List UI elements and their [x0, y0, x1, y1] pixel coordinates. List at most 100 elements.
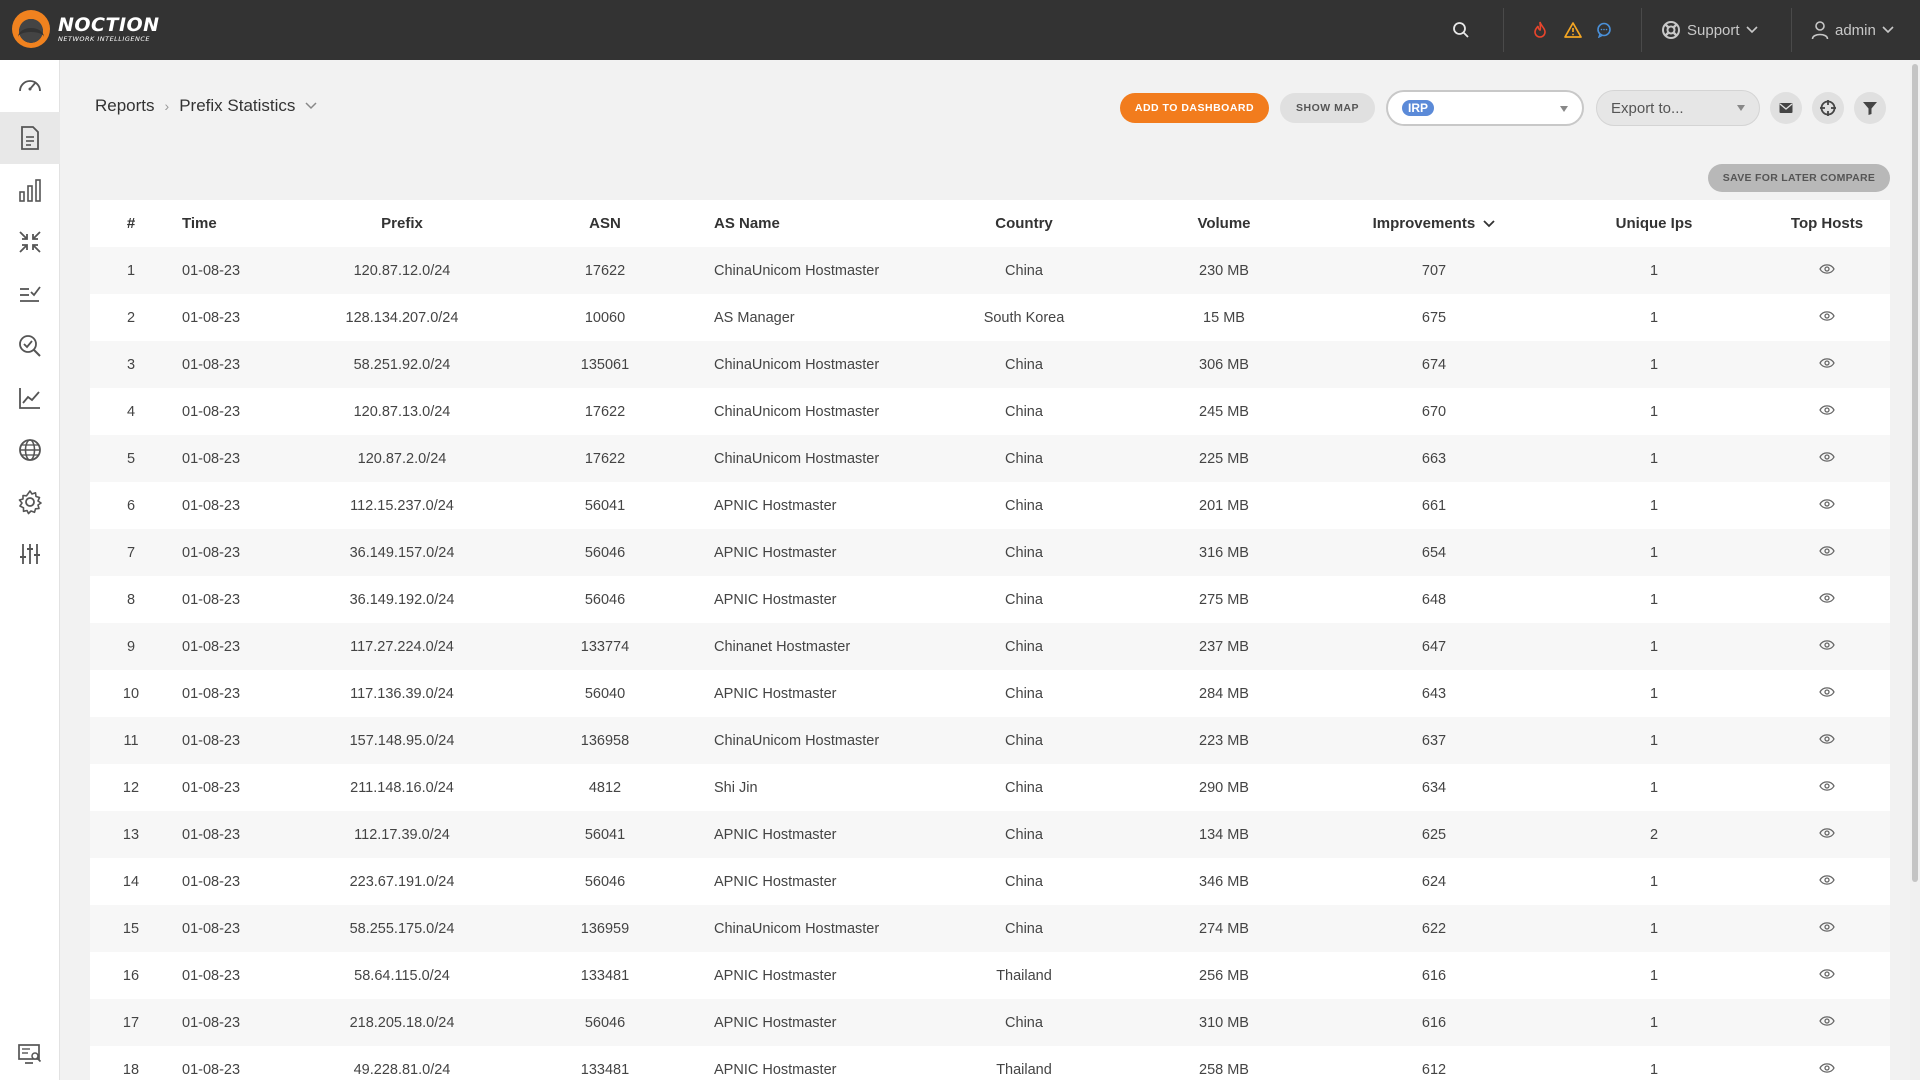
sidebar-item-graphs[interactable]: [0, 372, 60, 424]
eye-icon[interactable]: [1819, 498, 1835, 510]
eye-icon[interactable]: [1819, 968, 1835, 980]
target-button[interactable]: [1812, 92, 1844, 124]
table-row[interactable]: 8 01-08-23 36.149.192.0/24 56046 APNIC Hostm…: [90, 576, 1890, 623]
eye-icon[interactable]: [1819, 310, 1835, 322]
table-row[interactable]: 6 01-08-23 112.15.237.0/24 56041 APNIC Hostm…: [90, 482, 1890, 529]
cell-country: China: [1005, 544, 1043, 561]
sidebar-item-statistics[interactable]: [0, 164, 60, 216]
cell-top-hosts: [1764, 764, 1890, 811]
table-row[interactable]: 7 01-08-23 36.149.157.0/24 56046 APNIC Hostm…: [90, 529, 1890, 576]
table-row[interactable]: 9 01-08-23 117.27.224.0/24 133774 Chinanet H…: [90, 623, 1890, 670]
sidebar-item-global[interactable]: [0, 424, 60, 476]
column-header-prefix[interactable]: Prefix: [302, 200, 502, 247]
eye-icon[interactable]: [1819, 780, 1835, 792]
column-header-time[interactable]: Time: [172, 200, 302, 247]
cell-volume: 223 MB: [1199, 732, 1249, 749]
eye-icon[interactable]: [1819, 1062, 1835, 1074]
table-row[interactable]: 18 01-08-23 49.228.81.0/24 133481 APNIC Host…: [90, 1046, 1890, 1080]
cell-improvements: 634: [1421, 779, 1447, 796]
column-header-volume[interactable]: Volume: [1124, 200, 1324, 247]
table-row[interactable]: 17 01-08-23 218.205.18.0/24 56046 APNIC Host…: [90, 999, 1890, 1046]
column-header-improvements[interactable]: Improvements: [1324, 200, 1544, 247]
cell-as-name: APNIC Hostmaster: [714, 1014, 837, 1031]
table-row[interactable]: 2 01-08-23 128.134.207.0/24 10060 AS Manager…: [90, 294, 1890, 341]
eye-icon[interactable]: [1819, 545, 1835, 557]
export-placeholder: Export to...: [1611, 100, 1684, 117]
cell-volume: 201 MB: [1199, 497, 1249, 514]
support-menu[interactable]: Support: [1661, 18, 1758, 42]
eye-icon[interactable]: [1819, 592, 1835, 604]
column-header-number[interactable]: #: [90, 200, 172, 247]
table-row[interactable]: 10 01-08-23 117.136.39.0/24 56040 APNIC Host…: [90, 670, 1890, 717]
irp-tag[interactable]: IRP: [1402, 100, 1435, 116]
table-row[interactable]: 5 01-08-23 120.87.2.0/24 17622 ChinaUnicom H…: [90, 435, 1890, 482]
fire-alert-icon[interactable]: [1528, 18, 1552, 42]
sidebar-item-settings[interactable]: [0, 476, 60, 528]
sidebar-item-consolidation[interactable]: [0, 216, 60, 268]
breadcrumb-current[interactable]: Prefix Statistics: [179, 96, 295, 116]
sidebar-item-reports[interactable]: [0, 112, 60, 164]
cell-unique-ips: 1: [1649, 591, 1659, 608]
sidebar-item-checklist[interactable]: [0, 268, 60, 320]
eye-icon[interactable]: [1819, 263, 1835, 275]
column-header-unique-ips[interactable]: Unique Ips: [1544, 200, 1764, 247]
eye-icon[interactable]: [1819, 1015, 1835, 1027]
table-row[interactable]: 16 01-08-23 58.64.115.0/24 133481 APNIC Host…: [90, 952, 1890, 999]
sidebar-item-dashboard[interactable]: [0, 60, 60, 112]
warning-icon[interactable]: [1561, 18, 1585, 42]
add-to-dashboard-button[interactable]: ADD TO DASHBOARD: [1120, 93, 1269, 123]
eye-icon[interactable]: [1819, 451, 1835, 463]
chat-icon[interactable]: [1592, 18, 1616, 42]
sliders-icon: [20, 544, 40, 564]
cell-prefix: 58.251.92.0/24: [353, 356, 451, 373]
sidebar-item-monitor[interactable]: [0, 1028, 60, 1080]
eye-icon[interactable]: [1819, 404, 1835, 416]
cell-improvements: 661: [1421, 497, 1447, 514]
column-header-top-hosts[interactable]: Top Hosts: [1764, 200, 1890, 247]
funnel-icon: [1863, 102, 1877, 115]
irp-select[interactable]: IRP: [1386, 90, 1584, 126]
table-row[interactable]: 12 01-08-23 211.148.16.0/24 4812 Shi Jin Chin…: [90, 764, 1890, 811]
breadcrumb: Reports › Prefix Statistics: [95, 96, 317, 116]
eye-icon[interactable]: [1819, 686, 1835, 698]
line-chart-icon: [19, 388, 40, 409]
user-menu[interactable]: admin: [1811, 18, 1894, 42]
eye-icon[interactable]: [1819, 733, 1835, 745]
eye-icon[interactable]: [1819, 827, 1835, 839]
save-for-later-compare-button[interactable]: SAVE FOR LATER COMPARE: [1708, 164, 1890, 192]
column-header-as-name[interactable]: AS Name: [708, 200, 924, 247]
sidebar-item-configuration[interactable]: [0, 528, 60, 580]
cell-unique-ips: 1: [1649, 873, 1659, 890]
table-row[interactable]: 4 01-08-23 120.87.13.0/24 17622 ChinaUnicom …: [90, 388, 1890, 435]
email-button[interactable]: [1770, 92, 1802, 124]
search-icon[interactable]: [1449, 18, 1473, 42]
eye-icon[interactable]: [1819, 639, 1835, 651]
filter-button[interactable]: [1854, 92, 1886, 124]
cell-number: 7: [126, 544, 136, 561]
table-row[interactable]: 3 01-08-23 58.251.92.0/24 135061 ChinaUnicom…: [90, 341, 1890, 388]
cell-volume: 346 MB: [1199, 873, 1249, 890]
eye-icon[interactable]: [1819, 874, 1835, 886]
cell-as-name: ChinaUnicom Hostmaster: [714, 356, 880, 373]
eye-icon[interactable]: [1819, 357, 1835, 369]
table-row[interactable]: 14 01-08-23 223.67.191.0/24 56046 APNIC Host…: [90, 858, 1890, 905]
eye-icon[interactable]: [1819, 921, 1835, 933]
show-map-button[interactable]: SHOW MAP: [1280, 93, 1375, 123]
scrollbar-thumb[interactable]: [1912, 64, 1918, 882]
table-row[interactable]: 13 01-08-23 112.17.39.0/24 56041 APNIC Hostm…: [90, 811, 1890, 858]
export-select[interactable]: Export to...: [1596, 90, 1760, 126]
noction-logo[interactable]: NOCTION NETWORK INTELLIGENCE: [12, 10, 160, 48]
cell-unique-ips: 1: [1649, 779, 1659, 796]
cell-asn: 56046: [584, 1014, 626, 1031]
cell-number: 18: [122, 1061, 140, 1078]
page-scrollbar[interactable]: [1910, 60, 1920, 1080]
table-row[interactable]: 1 01-08-23 120.87.12.0/24 17622 ChinaUnicom …: [90, 247, 1890, 294]
table-row[interactable]: 11 01-08-23 157.148.95.0/24 136958 ChinaUnic…: [90, 717, 1890, 764]
column-header-country[interactable]: Country: [924, 200, 1124, 247]
chevron-down-icon[interactable]: [305, 102, 317, 110]
column-header-asn[interactable]: ASN: [502, 200, 708, 247]
table-row[interactable]: 15 01-08-23 58.255.175.0/24 136959 ChinaUnic…: [90, 905, 1890, 952]
cell-volume: 274 MB: [1199, 920, 1249, 937]
breadcrumb-reports[interactable]: Reports: [95, 96, 155, 116]
sidebar-item-search[interactable]: [0, 320, 60, 372]
